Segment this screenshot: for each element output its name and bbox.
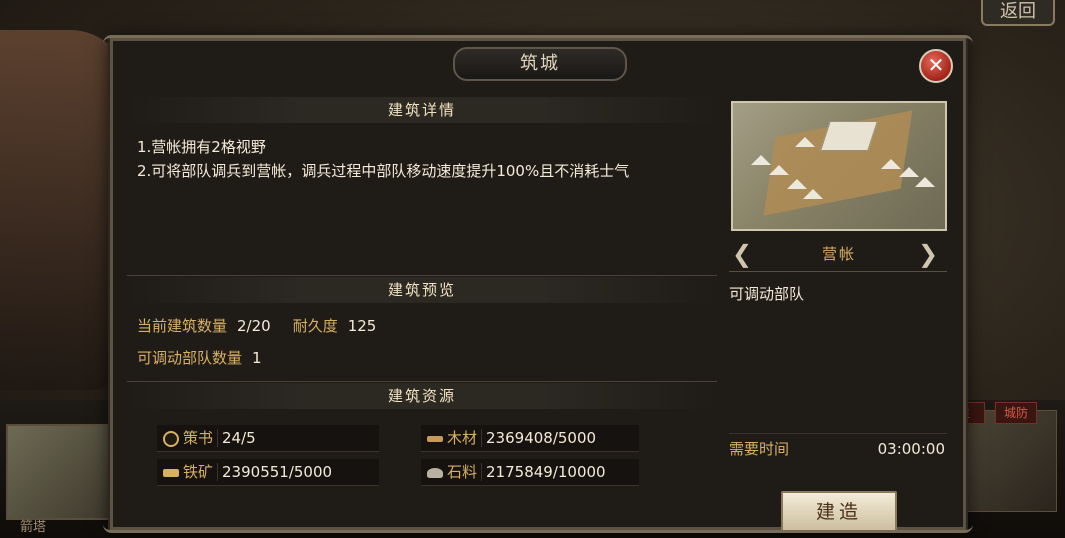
right-panel: ❮ 营帐 ❯ 可调动部队 需要时间 03:00:00 建造	[729, 97, 947, 533]
resource-wood: 木材 2369408/5000	[421, 425, 639, 452]
preview-header: 建筑预览	[127, 277, 717, 303]
divider	[127, 275, 717, 276]
resource-value: 2369408/5000	[481, 429, 597, 447]
durability-value: 125	[347, 317, 377, 335]
building-selector: ❮ 营帐 ❯	[729, 237, 947, 272]
resource-value: 24/5	[217, 429, 256, 447]
tent-icon	[787, 179, 807, 189]
resource-iron: 铁矿 2390551/5000	[157, 459, 379, 486]
building-image	[731, 101, 947, 231]
resource-name: 策书	[183, 429, 214, 447]
background-chip-2: 城防	[995, 402, 1037, 424]
resource-name: 木材	[447, 429, 478, 447]
dialog-title: 筑城	[453, 47, 627, 81]
building-count-value: 2/20	[237, 317, 271, 335]
prev-building-icon[interactable]: ❮	[731, 241, 753, 267]
building-count-label: 当前建筑数量	[137, 317, 228, 335]
left-panel: 建筑详情 1.营帐拥有2格视野 2.可将部队调兵到营帐，调兵过程中部队移动速度提…	[127, 97, 717, 515]
tent-icon	[769, 165, 789, 175]
preview-row-1: 当前建筑数量 2/20 耐久度 125	[137, 315, 398, 336]
details-line: 2.可将部队调兵到营帐，调兵过程中部队移动速度提升100%且不消耗士气	[137, 162, 630, 180]
close-button[interactable]: ✕	[919, 49, 953, 83]
wood-icon	[427, 435, 443, 442]
resource-book: 策书 24/5	[157, 425, 379, 452]
troop-count-value: 1	[252, 349, 262, 367]
background-right-tile	[955, 410, 1057, 512]
time-label: 需要时间	[729, 440, 790, 458]
resource-stone: 石料 2175849/10000	[421, 459, 639, 486]
preview-row-2: 可调动部队数量 1	[137, 347, 284, 368]
build-dialog: 筑城 ✕ 建筑详情 1.营帐拥有2格视野 2.可将部队调兵到营帐，调兵过程中部队…	[103, 35, 973, 533]
resource-name: 石料	[447, 463, 478, 481]
resource-value: 2175849/10000	[481, 463, 606, 481]
camp-hall	[820, 121, 878, 151]
tent-icon	[881, 159, 901, 169]
build-time: 需要时间 03:00:00	[729, 433, 947, 464]
book-icon	[163, 430, 179, 447]
troop-count-label: 可调动部队数量	[137, 349, 243, 367]
time-value: 03:00:00	[877, 440, 945, 458]
resources-header: 建筑资源	[127, 383, 717, 409]
iron-icon	[163, 468, 179, 477]
tent-icon	[795, 137, 815, 147]
divider	[127, 381, 717, 382]
details-line: 1.营帐拥有2格视野	[137, 138, 266, 156]
resource-name: 铁矿	[183, 463, 214, 481]
background-building-tile[interactable]	[6, 424, 110, 520]
details-header: 建筑详情	[127, 97, 717, 123]
background-tile-label: 箭塔	[20, 520, 47, 535]
build-button[interactable]: 建造	[781, 491, 897, 533]
building-description: 可调动部队	[729, 285, 805, 303]
tent-icon	[751, 155, 771, 165]
tent-icon	[915, 177, 935, 187]
details-text: 1.营帐拥有2格视野 2.可将部队调兵到营帐，调兵过程中部队移动速度提升100%…	[137, 135, 712, 183]
tent-icon	[803, 189, 823, 199]
durability-label: 耐久度	[292, 317, 338, 335]
resource-value: 2390551/5000	[217, 463, 333, 481]
building-name: 营帐	[821, 245, 856, 263]
return-button[interactable]: 返回	[981, 0, 1055, 26]
next-building-icon[interactable]: ❯	[917, 241, 939, 267]
tent-icon	[899, 167, 919, 177]
stone-icon	[427, 467, 443, 478]
